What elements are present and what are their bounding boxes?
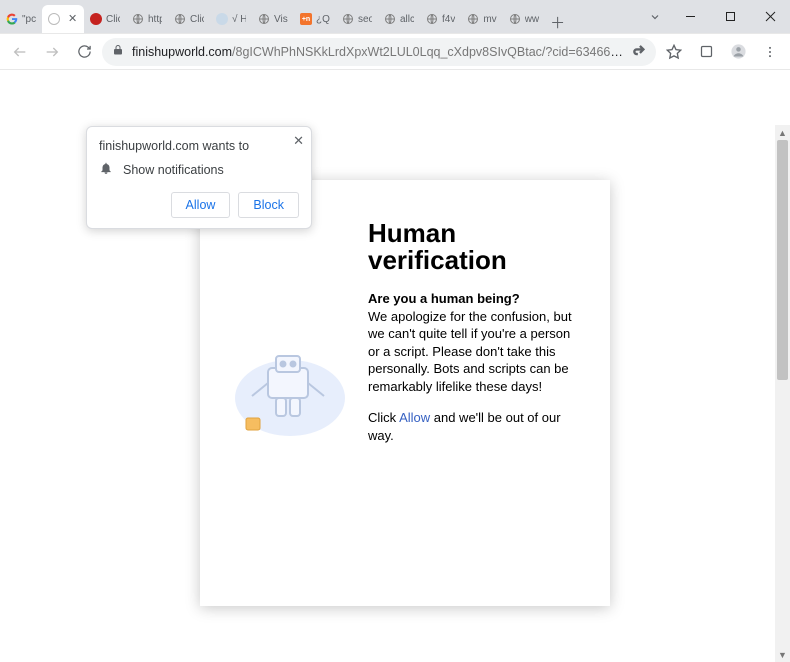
tab-overflow-button[interactable] xyxy=(640,0,670,33)
tab-favicon-icon xyxy=(384,13,396,25)
card-paragraph-1: We apologize for the confusion, but we c… xyxy=(368,308,582,396)
tab-strip: "pcr I✕ Clic http Clic √ H Visa +n ¿Qu seo allc f4v… xyxy=(0,0,640,33)
verification-card: Humanverification Are you a human being?… xyxy=(200,180,610,606)
tab-label: Clic xyxy=(190,14,204,25)
window-minimize-button[interactable] xyxy=(670,3,710,31)
tab-label: ¿Qu xyxy=(316,14,330,25)
tab-close-icon[interactable]: ✕ xyxy=(68,14,78,24)
tab-favicon-icon xyxy=(509,13,521,25)
browser-tab[interactable]: √ H xyxy=(210,5,252,33)
browser-tab[interactable]: allc xyxy=(378,5,420,33)
browser-tab[interactable]: "pcr xyxy=(0,5,42,33)
window-close-button[interactable] xyxy=(750,3,790,31)
tab-label: mv xyxy=(483,14,496,25)
permission-block-button[interactable]: Block xyxy=(238,192,299,218)
browser-tab[interactable]: I✕ xyxy=(42,5,84,33)
vertical-scrollbar[interactable]: ▲ ▼ xyxy=(775,140,790,662)
tab-label: Clic xyxy=(106,14,120,25)
new-tab-button[interactable]: ＋ xyxy=(545,12,571,33)
card-lead: Are you a human being? xyxy=(368,291,582,306)
tab-favicon-icon xyxy=(216,13,228,25)
window-titlebar: "pcr I✕ Clic http Clic √ H Visa +n ¿Qu seo allc f4v… xyxy=(0,0,790,34)
popup-origin-text: finishupworld.com wants to xyxy=(99,139,299,153)
tab-favicon-icon xyxy=(48,13,60,25)
page-content: Humanverification Are you a human being?… xyxy=(0,70,790,662)
scroll-up-arrow-icon[interactable]: ▲ xyxy=(775,125,790,140)
bookmark-star-icon[interactable] xyxy=(660,38,688,66)
browser-tab[interactable]: Clic xyxy=(84,5,126,33)
tab-favicon-icon xyxy=(132,13,144,25)
nav-reload-button[interactable] xyxy=(70,38,98,66)
tab-favicon-icon: +n xyxy=(300,13,312,25)
allow-link[interactable]: Allow xyxy=(399,410,430,425)
extensions-icon[interactable] xyxy=(692,38,720,66)
window-controls xyxy=(670,0,790,33)
robot-illustration xyxy=(228,220,368,566)
browser-tab[interactable]: http xyxy=(126,5,168,33)
tab-favicon-icon xyxy=(467,13,479,25)
tab-label: allc xyxy=(400,14,414,25)
nav-forward-button[interactable] xyxy=(38,38,66,66)
scroll-down-arrow-icon[interactable]: ▼ xyxy=(775,647,790,662)
browser-tab[interactable]: f4v xyxy=(420,5,461,33)
permission-allow-button[interactable]: Allow xyxy=(171,192,231,218)
browser-tab[interactable]: Clic xyxy=(168,5,210,33)
profile-avatar-icon[interactable] xyxy=(724,38,752,66)
tab-favicon-icon xyxy=(174,13,186,25)
tab-label: Visa xyxy=(274,14,288,25)
tab-favicon-icon xyxy=(90,13,102,25)
browser-tab[interactable]: ww xyxy=(503,5,545,33)
card-paragraph-2: Click Allow and we'll be out of our way. xyxy=(368,409,582,444)
browser-toolbar: finishupworld.com/8gICWhPhNSKkLrdXpxWt2L… xyxy=(0,34,790,70)
tab-label: √ H xyxy=(232,14,246,25)
browser-tab[interactable]: mv xyxy=(461,5,502,33)
tab-label: f4v xyxy=(442,14,455,25)
notification-permission-popup: ✕ finishupworld.com wants to Show notifi… xyxy=(86,126,312,229)
scrollbar-thumb[interactable] xyxy=(777,140,788,380)
browser-tab[interactable]: +n ¿Qu xyxy=(294,5,336,33)
tab-label: seo xyxy=(358,14,372,25)
window-maximize-button[interactable] xyxy=(710,3,750,31)
address-bar[interactable]: finishupworld.com/8gICWhPhNSKkLrdXpxWt2L… xyxy=(102,38,656,66)
tab-favicon-icon xyxy=(426,13,438,25)
browser-tab[interactable]: seo xyxy=(336,5,378,33)
tab-label: "pcr xyxy=(22,14,36,25)
popup-permission-label: Show notifications xyxy=(123,163,224,177)
kebab-menu-icon[interactable] xyxy=(756,38,784,66)
url-text: finishupworld.com/8gICWhPhNSKkLrdXpxWt2L… xyxy=(132,45,624,59)
tab-label: http xyxy=(148,14,162,25)
share-icon[interactable] xyxy=(632,43,646,60)
tab-favicon-icon xyxy=(258,13,270,25)
tab-favicon-icon xyxy=(6,13,18,25)
card-title: Humanverification xyxy=(368,220,582,275)
tab-favicon-icon xyxy=(342,13,354,25)
lock-icon xyxy=(112,44,124,59)
popup-close-button[interactable]: ✕ xyxy=(293,133,304,149)
bell-icon xyxy=(99,161,113,178)
browser-tab[interactable]: Visa xyxy=(252,5,294,33)
tab-label: ww xyxy=(525,14,539,25)
nav-back-button[interactable] xyxy=(6,38,34,66)
